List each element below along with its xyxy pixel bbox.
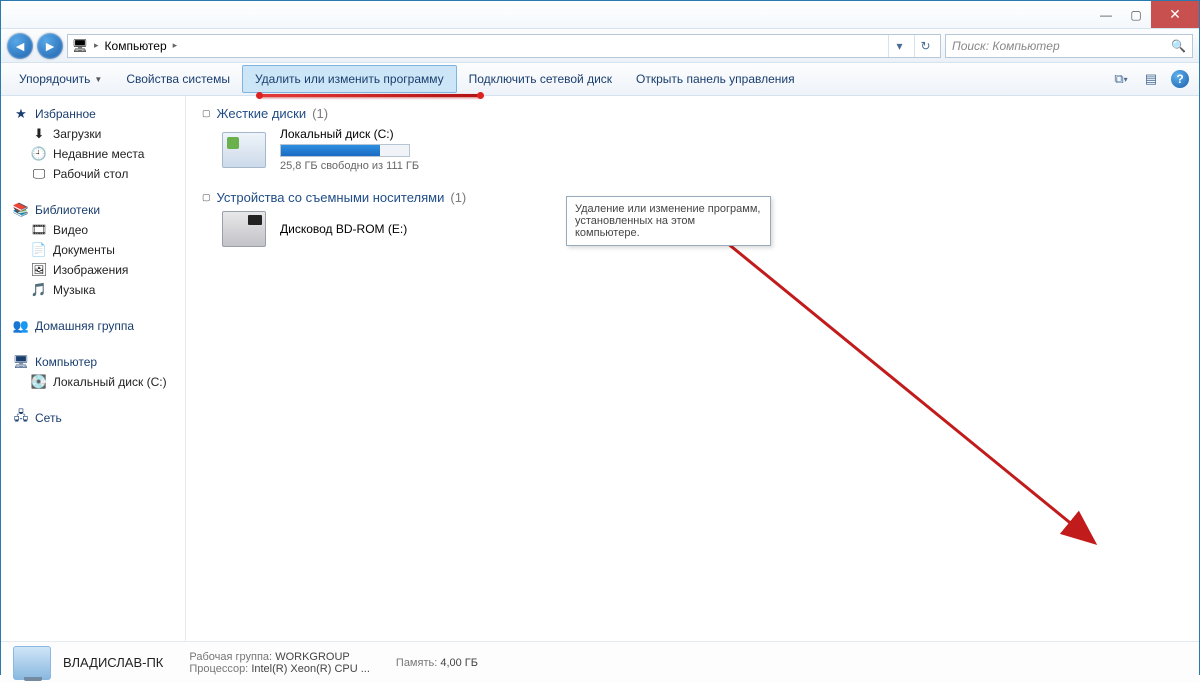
computer-icon: 🖥 (72, 38, 88, 54)
preview-pane-icon[interactable]: ▤ (1141, 69, 1161, 89)
network-icon: 🖧 (13, 410, 29, 426)
content-pane: ▢ Жесткие диски (1) Локальный диск (C:) … (186, 96, 1199, 641)
sidebar-label: Недавние места (53, 147, 144, 161)
drive-label: Дисковод BD-ROM (E:) (280, 222, 407, 236)
section-count: (1) (312, 106, 328, 121)
sidebar-item-pictures[interactable]: 🖼 Изображения (11, 260, 181, 280)
sidebar-item-downloads[interactable]: ⬇ Загрузки (11, 124, 181, 144)
music-icon: 🎵 (31, 282, 47, 298)
star-icon: ★ (13, 106, 29, 122)
memory-label: Память: (396, 657, 437, 669)
drive-label: Локальный диск (C:) (280, 127, 419, 141)
optical-drive-icon (222, 211, 266, 247)
computer-large-icon (13, 646, 51, 680)
libraries-icon: 📚 (13, 202, 29, 218)
sidebar-item-video[interactable]: 🎞 Видео (11, 220, 181, 240)
sidebar-label: Локальный диск (C:) (53, 375, 167, 389)
sidebar-item-recent[interactable]: 🕘 Недавние места (11, 144, 181, 164)
sidebar-item-music[interactable]: 🎵 Музыка (11, 280, 181, 300)
sidebar-label: Загрузки (53, 127, 101, 141)
downloads-icon: ⬇ (31, 126, 47, 142)
tooltip-uninstall-program: Удаление или изменение программ, установ… (566, 196, 771, 246)
sidebar-libraries-header[interactable]: 📚 Библиотеки (11, 200, 181, 220)
nav-forward-button[interactable]: ► (37, 33, 63, 59)
disk-usage-bar (280, 144, 410, 157)
breadcrumb-location[interactable]: Компьютер (105, 39, 167, 53)
toolbar-control-panel[interactable]: Открыть панель управления (624, 63, 807, 95)
navigation-bar: ◄ ► 🖥 ▸ Компьютер ▸ ▾ ↻ Поиск: Компьютер… (1, 29, 1199, 63)
hard-drive-icon (222, 132, 266, 168)
drive-free-space: 25,8 ГБ свободно из 111 ГБ (280, 160, 419, 172)
toolbar-map-network-drive[interactable]: Подключить сетевой диск (457, 63, 624, 95)
section-title: Жесткие диски (217, 106, 307, 121)
section-title: Устройства со съемными носителями (217, 190, 445, 205)
sidebar-computer-header[interactable]: 🖥 Компьютер (11, 352, 181, 372)
workgroup-value: WORKGROUP (275, 651, 350, 663)
breadcrumb-sep-icon[interactable]: ▸ (173, 40, 178, 51)
drive-item-local-c[interactable]: Локальный диск (C:) 25,8 ГБ свободно из … (222, 127, 1183, 172)
toolbar-organize-label: Упорядочить (19, 72, 90, 86)
sidebar-homegroup-header[interactable]: 👥 Домашняя группа (11, 316, 181, 336)
sidebar-item-desktop[interactable]: 🖵 Рабочий стол (11, 164, 181, 184)
sidebar-label: Рабочий стол (53, 167, 128, 181)
collapse-icon[interactable]: ▢ (202, 192, 211, 203)
view-options-icon[interactable]: ⧉▾ (1111, 69, 1131, 89)
sidebar-label: Документы (53, 243, 115, 257)
sidebar-label: Домашняя группа (35, 319, 134, 333)
sidebar-favorites-header[interactable]: ★ Избранное (11, 104, 181, 124)
sidebar-item-local-disk-c[interactable]: 💽 Локальный диск (C:) (11, 372, 181, 392)
sidebar-label: Изображения (53, 263, 128, 277)
cpu-value: Intel(R) Xeon(R) CPU ... (251, 663, 370, 675)
sidebar-label: Видео (53, 223, 88, 237)
details-pane: ВЛАДИСЛАВ-ПК Рабочая группа: WORKGROUP П… (1, 641, 1199, 683)
chevron-down-icon: ▼ (94, 75, 102, 84)
sidebar-label: Музыка (53, 283, 95, 297)
window-minimize-button[interactable]: — (1091, 1, 1121, 28)
help-icon[interactable]: ? (1171, 70, 1189, 88)
section-header-hard-drives[interactable]: ▢ Жесткие диски (1) (202, 106, 1183, 121)
window-titlebar: — ▢ ✕ (1, 1, 1199, 29)
annotation-arrow (574, 196, 1114, 556)
pc-name: ВЛАДИСЛАВ-ПК (63, 655, 163, 670)
sidebar-item-documents[interactable]: 📄 Документы (11, 240, 181, 260)
nav-back-button[interactable]: ◄ (7, 33, 33, 59)
toolbar-uninstall-program[interactable]: Удалить или изменить программу (242, 65, 457, 93)
search-placeholder: Поиск: Компьютер (952, 39, 1060, 53)
navigation-pane: ★ Избранное ⬇ Загрузки 🕘 Недавние места 🖵 Ра… (1, 96, 186, 641)
search-input[interactable]: Поиск: Компьютер 🔍 (945, 34, 1193, 58)
window-maximize-button[interactable]: ▢ (1121, 1, 1151, 28)
toolbar-organize[interactable]: Упорядочить ▼ (7, 63, 114, 95)
sidebar-label: Избранное (35, 107, 96, 121)
video-icon: 🎞 (31, 222, 47, 238)
homegroup-icon: 👥 (13, 318, 29, 334)
computer-icon: 🖥 (13, 354, 29, 370)
recent-icon: 🕘 (31, 146, 47, 162)
section-count: (1) (450, 190, 466, 205)
drive-icon: 💽 (31, 374, 47, 390)
sidebar-label: Сеть (35, 411, 62, 425)
breadcrumb-sep-icon: ▸ (94, 40, 99, 51)
desktop-icon: 🖵 (31, 166, 47, 182)
cpu-label: Процессор: (189, 663, 248, 675)
memory-value: 4,00 ГБ (440, 657, 478, 669)
toolbar: Упорядочить ▼ Свойства системы Удалить и… (1, 63, 1199, 96)
pictures-icon: 🖼 (31, 262, 47, 278)
workgroup-label: Рабочая группа: (189, 651, 272, 663)
sidebar-label: Библиотеки (35, 203, 100, 217)
refresh-button[interactable]: ↻ (914, 35, 936, 57)
address-bar[interactable]: 🖥 ▸ Компьютер ▸ ▾ ↻ (67, 34, 941, 58)
address-dropdown-button[interactable]: ▾ (888, 35, 910, 57)
search-icon[interactable]: 🔍 (1171, 39, 1186, 53)
window-close-button[interactable]: ✕ (1151, 1, 1199, 28)
documents-icon: 📄 (31, 242, 47, 258)
sidebar-label: Компьютер (35, 355, 97, 369)
toolbar-system-properties[interactable]: Свойства системы (114, 63, 242, 95)
collapse-icon[interactable]: ▢ (202, 108, 211, 119)
sidebar-network-header[interactable]: 🖧 Сеть (11, 408, 181, 428)
